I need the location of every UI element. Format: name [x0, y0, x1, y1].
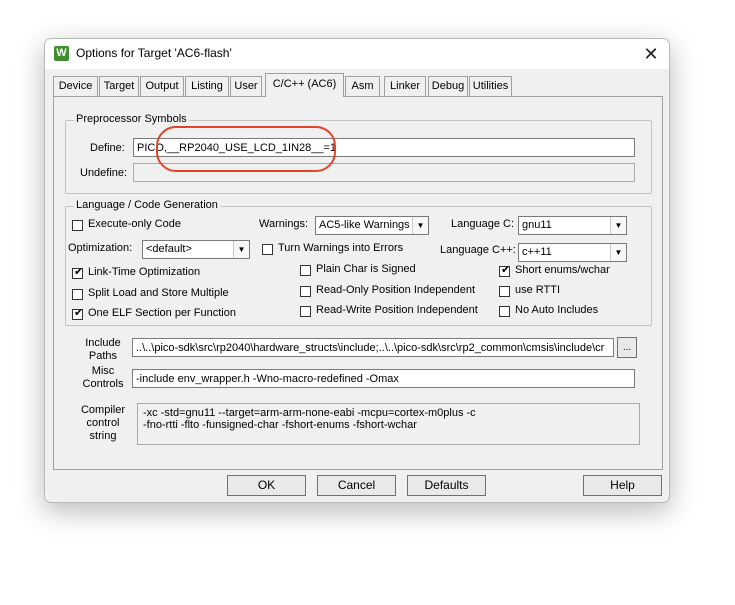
tab-listing[interactable]: Listing [185, 76, 229, 96]
include-label-line2: Paths [88, 350, 118, 362]
compiler-control-string: -xc -std=gnu11 --target=arm-arm-none-eab… [137, 403, 640, 445]
optimization-value: <default> [146, 243, 192, 255]
no-auto-includes-checkbox[interactable] [499, 306, 510, 317]
annotation-circle [156, 126, 336, 172]
tab-debug[interactable]: Debug [428, 76, 468, 96]
language-cpp-label: Language C++: [440, 244, 516, 256]
include-paths-input[interactable]: ..\..\pico-sdk\src\rp2040\hardware_struc… [132, 338, 614, 357]
tab-panel: Preprocessor Symbols Define: PICO,__RP20… [53, 96, 663, 470]
window-title: Options for Target 'AC6-flash' [76, 46, 232, 60]
defaults-button[interactable]: Defaults [407, 475, 486, 496]
execute-only-label: Execute-only Code [88, 218, 181, 230]
help-button[interactable]: Help [583, 475, 662, 496]
compiler-label-line1: Compiler [80, 404, 125, 416]
compiler-control-label: Compiler control string [76, 404, 130, 443]
optimization-select[interactable]: <default> ▼ [142, 240, 250, 259]
use-rtti-label: use RTTI [515, 284, 561, 296]
language-cpp-select[interactable]: c++11 ▼ [518, 243, 627, 262]
rw-pi-label: Read-Write Position Independent [316, 304, 478, 316]
chevron-down-icon: ▼ [412, 217, 428, 234]
define-label: Define: [90, 142, 125, 154]
language-cpp-value: c++11 [522, 246, 552, 258]
preprocessor-legend: Preprocessor Symbols [74, 113, 189, 125]
language-c-select[interactable]: gnu11 ▼ [518, 216, 627, 235]
options-dialog: W Options for Target 'AC6-flash' ✕ Devic… [44, 38, 670, 503]
checkmark-icon: ✔ [74, 266, 84, 278]
misc-label-line2: Controls [82, 378, 124, 390]
tab-target[interactable]: Target [99, 76, 139, 96]
codegen-legend: Language / Code Generation [74, 199, 220, 211]
chevron-down-icon: ▼ [233, 241, 249, 258]
ro-pi-checkbox[interactable] [300, 286, 311, 297]
warnings-value: AC5-like Warnings [319, 219, 410, 231]
tab-linker[interactable]: Linker [384, 76, 426, 96]
include-paths-label: Include Paths [81, 337, 125, 363]
misc-controls-input[interactable]: -include env_wrapper.h -Wno-macro-redefi… [132, 369, 635, 388]
language-c-label: Language C: [451, 218, 514, 230]
codegen-group: Language / Code Generation Execute-only … [65, 199, 652, 326]
checkmark-icon: ✔ [501, 264, 511, 276]
misc-controls-label: Misc Controls [81, 365, 125, 391]
preprocessor-group: Preprocessor Symbols Define: PICO,__RP20… [65, 113, 652, 194]
ok-button[interactable]: OK [227, 475, 306, 496]
split-load-checkbox[interactable] [72, 289, 83, 300]
warnings-label: Warnings: [259, 218, 309, 230]
include-label-line1: Include [85, 337, 121, 349]
tab-user[interactable]: User [230, 76, 262, 96]
warnings-select[interactable]: AC5-like Warnings ▼ [315, 216, 429, 235]
undefine-label: Undefine: [80, 167, 128, 179]
tab-utilities[interactable]: Utilities [469, 76, 512, 96]
title-bar[interactable]: W Options for Target 'AC6-flash' ✕ [45, 39, 669, 69]
turn-warnings-checkbox[interactable] [262, 244, 273, 255]
plain-char-label: Plain Char is Signed [316, 263, 416, 275]
tab-cpp-ac6[interactable]: C/C++ (AC6) [265, 73, 344, 97]
compiler-label-line2: control [86, 417, 120, 429]
cancel-button[interactable]: Cancel [317, 475, 396, 496]
split-load-label: Split Load and Store Multiple [88, 287, 229, 299]
plain-char-checkbox[interactable] [300, 265, 311, 276]
language-c-value: gnu11 [522, 219, 552, 231]
lto-label: Link-Time Optimization [88, 266, 201, 278]
chevron-down-icon: ▼ [610, 217, 626, 234]
close-icon[interactable]: ✕ [641, 44, 661, 64]
lto-checkbox[interactable]: ✔ [72, 266, 84, 279]
turn-warnings-label: Turn Warnings into Errors [278, 242, 404, 254]
one-elf-label: One ELF Section per Function [88, 307, 236, 319]
misc-label-line1: Misc [91, 365, 115, 377]
tab-output[interactable]: Output [140, 76, 184, 96]
compiler-label-line3: string [89, 430, 117, 442]
rw-pi-checkbox[interactable] [300, 306, 311, 317]
short-enums-label: Short enums/wchar [515, 264, 610, 276]
ro-pi-label: Read-Only Position Independent [316, 284, 475, 296]
tab-asm[interactable]: Asm [345, 76, 380, 96]
browse-include-button[interactable]: ... [617, 337, 637, 358]
chevron-down-icon: ▼ [610, 244, 626, 261]
uvision-icon: W [54, 46, 69, 61]
execute-only-checkbox[interactable] [72, 220, 83, 231]
short-enums-checkbox[interactable]: ✔ [499, 264, 511, 277]
one-elf-checkbox[interactable]: ✔ [72, 307, 84, 320]
checkmark-icon: ✔ [74, 307, 84, 319]
no-auto-includes-label: No Auto Includes [515, 304, 599, 316]
tab-device[interactable]: Device [53, 76, 98, 96]
compiler-line-2: -fno-rtti -flto -funsigned-char -fshort-… [143, 419, 417, 431]
optimization-label: Optimization: [68, 242, 133, 254]
use-rtti-checkbox[interactable] [499, 286, 510, 297]
compiler-line-1: -xc -std=gnu11 --target=arm-arm-none-eab… [143, 407, 476, 419]
